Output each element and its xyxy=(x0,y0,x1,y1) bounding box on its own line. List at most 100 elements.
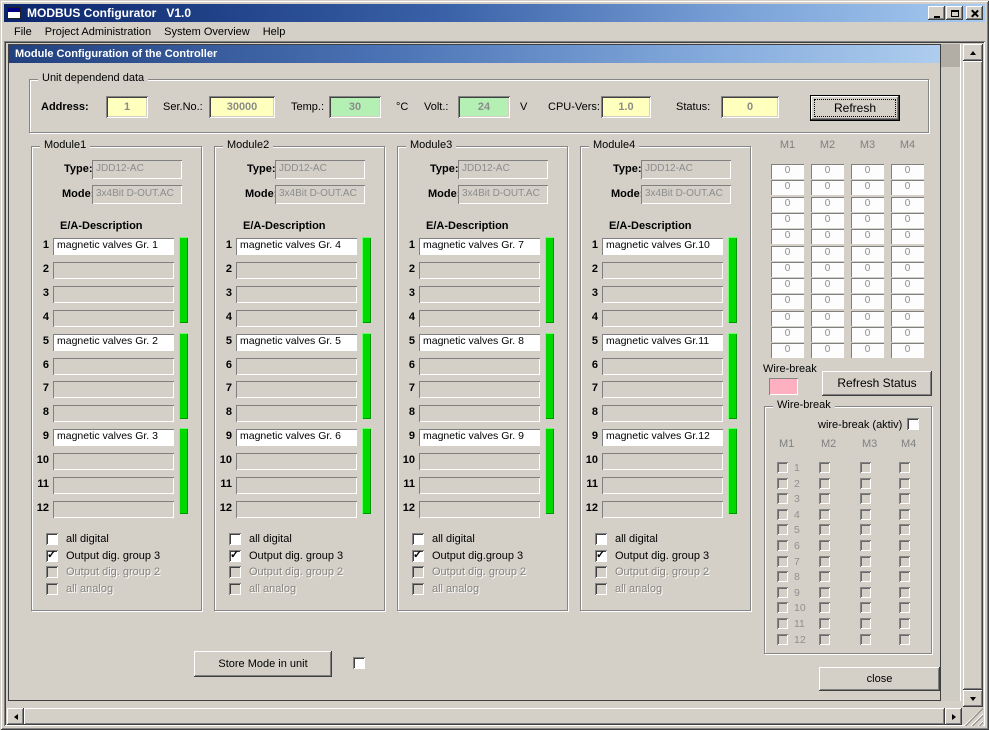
wirebreak-checkbox xyxy=(899,618,910,629)
ea-description-field xyxy=(53,310,174,327)
vertical-scrollbar[interactable] xyxy=(963,44,983,707)
status-value-cell: 0 xyxy=(851,197,884,212)
title-bar[interactable]: MODBUS Configurator V1.0 xyxy=(4,4,985,22)
menu-project-administration[interactable]: Project Administration xyxy=(39,24,158,40)
wirebreak-checkbox xyxy=(899,524,910,535)
ea-description-field[interactable]: magnetic valves Gr. 7 xyxy=(419,238,540,255)
vertical-scrollbar-thumb[interactable] xyxy=(963,61,983,690)
horizontal-scrollbar[interactable] xyxy=(7,708,962,725)
inner-window-title: Module Configuration of the Controller xyxy=(15,48,217,60)
store-mode-button[interactable]: Store Mode in unit xyxy=(194,651,332,677)
channel-number: 11 xyxy=(583,478,598,490)
channel-number: 2 xyxy=(583,263,598,275)
wirebreak-checkbox xyxy=(860,587,871,598)
module-option-label: Output dig. group 2 xyxy=(432,566,526,578)
ea-description-field[interactable]: magnetic valves Gr. 6 xyxy=(236,429,357,446)
module-option-checkbox[interactable] xyxy=(229,550,241,562)
group-status-bar xyxy=(179,428,188,514)
status-value-cell: 0 xyxy=(851,262,884,277)
module-option-checkbox[interactable] xyxy=(229,533,241,545)
wirebreak-row-number: 12 xyxy=(794,634,806,646)
ea-description-field[interactable]: magnetic valves Gr. 9 xyxy=(419,429,540,446)
menu-help[interactable]: Help xyxy=(257,24,293,40)
close-button[interactable] xyxy=(966,6,983,20)
inner-vertical-scrollbar[interactable] xyxy=(941,44,961,701)
refresh-status-button[interactable]: Refresh Status xyxy=(822,371,932,396)
channel-number: 8 xyxy=(400,406,415,418)
module-option-label: Output dig.group 3 xyxy=(432,550,523,562)
status-value-cell: 0 xyxy=(851,327,884,342)
status-value-cell: 0 xyxy=(891,262,924,277)
module-option-label: all digital xyxy=(249,533,292,545)
refresh-button[interactable]: Refresh xyxy=(811,96,899,120)
wirebreak-checkbox xyxy=(777,571,788,582)
group-status-bar xyxy=(179,333,188,419)
ea-description-field[interactable]: magnetic valves Gr.10 xyxy=(602,238,723,255)
module-option-checkbox[interactable] xyxy=(595,533,607,545)
status-value-cell: 0 xyxy=(851,278,884,293)
ea-description-field xyxy=(236,453,357,470)
channel-number: 1 xyxy=(400,239,415,251)
store-mode-checkbox[interactable] xyxy=(353,657,365,669)
menu-bar: File Project Administration System Overv… xyxy=(4,23,985,41)
ea-description-heading: E/A-Description xyxy=(426,220,509,232)
ea-description-field[interactable]: magnetic valves Gr. 1 xyxy=(53,238,174,255)
right-arrow-icon xyxy=(952,714,956,720)
status-value-cell: 0 xyxy=(771,164,804,179)
ea-description-field xyxy=(419,381,540,398)
close-form-button[interactable]: close xyxy=(819,667,940,691)
ea-description-field xyxy=(602,310,723,327)
scroll-right-button[interactable] xyxy=(945,708,962,725)
inner-vertical-scrollbar-thumb[interactable] xyxy=(941,44,960,67)
module-option-label: all analog xyxy=(432,583,479,595)
group-status-bar xyxy=(362,333,371,419)
ea-description-field[interactable]: magnetic valves Gr. 4 xyxy=(236,238,357,255)
channel-number: 11 xyxy=(400,478,415,490)
module-option-checkbox[interactable] xyxy=(46,533,58,545)
horizontal-scrollbar-thumb[interactable] xyxy=(24,708,945,725)
channel-number: 5 xyxy=(583,335,598,347)
wirebreak-aktiv-checkbox[interactable] xyxy=(907,418,919,430)
ea-description-field[interactable]: magnetic valves Gr.11 xyxy=(602,334,723,351)
channel-number: 6 xyxy=(400,359,415,371)
menu-system-overview[interactable]: System Overview xyxy=(158,24,257,40)
scroll-left-button[interactable] xyxy=(7,708,24,725)
channel-number: 10 xyxy=(583,454,598,466)
ea-description-field[interactable]: magnetic valves Gr. 8 xyxy=(419,334,540,351)
channel-number: 8 xyxy=(583,406,598,418)
address-label: Address: xyxy=(41,101,89,113)
status-value-cell: 0 xyxy=(771,294,804,309)
ea-description-field xyxy=(419,405,540,422)
ea-description-field[interactable]: magnetic valves Gr. 2 xyxy=(53,334,174,351)
menu-file[interactable]: File xyxy=(8,24,39,40)
ea-description-field[interactable]: magnetic valves Gr. 3 xyxy=(53,429,174,446)
channel-number: 11 xyxy=(217,478,232,490)
minimize-button[interactable] xyxy=(928,6,945,20)
wirebreak-row-number: 4 xyxy=(794,509,800,521)
ea-description-field[interactable]: magnetic valves Gr.12 xyxy=(602,429,723,446)
group-status-bar xyxy=(728,428,737,514)
wirebreak-column-header: M2 xyxy=(821,438,843,450)
module-option-checkbox[interactable] xyxy=(46,550,58,562)
module-title: Module3 xyxy=(406,139,456,151)
scroll-down-button[interactable] xyxy=(963,690,983,707)
ea-description-field[interactable]: magnetic valves Gr. 5 xyxy=(236,334,357,351)
module-option-checkbox[interactable] xyxy=(412,550,424,562)
wirebreak-checkbox xyxy=(860,462,871,473)
scroll-up-button[interactable] xyxy=(963,44,983,61)
maximize-button[interactable] xyxy=(946,6,963,20)
module-option-row: Output dig. group 3 xyxy=(46,550,160,562)
temp-field: 30 xyxy=(329,96,381,118)
wirebreak-checkbox xyxy=(819,618,830,629)
inner-title-bar[interactable]: Module Configuration of the Controller xyxy=(9,45,940,63)
wirebreak-checkbox xyxy=(860,571,871,582)
channel-number: 9 xyxy=(400,430,415,442)
module-option-checkbox[interactable] xyxy=(595,550,607,562)
wirebreak-checkbox xyxy=(777,478,788,489)
ea-description-field xyxy=(53,358,174,375)
channel-number: 8 xyxy=(217,406,232,418)
module-option-checkbox[interactable] xyxy=(412,533,424,545)
module-option-label: Output dig. group 3 xyxy=(66,550,160,562)
ea-description-field xyxy=(419,501,540,518)
channel-number: 4 xyxy=(583,311,598,323)
